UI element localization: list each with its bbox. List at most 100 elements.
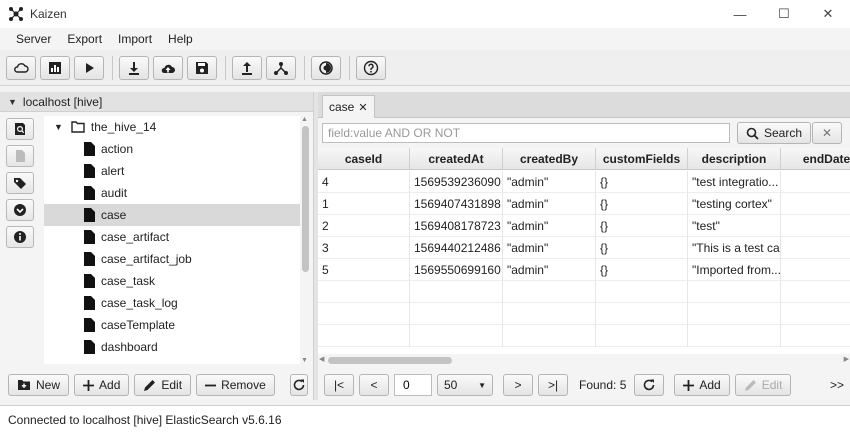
plus-icon (83, 379, 95, 391)
table-row[interactable]: 2 1569408178723 "admin" {} "test" (318, 215, 850, 237)
close-tab-icon[interactable]: ✕ (358, 101, 367, 114)
expand-button[interactable] (6, 199, 34, 221)
table-cell: "admin" (503, 171, 596, 193)
table-cell: 5 (318, 259, 410, 281)
refresh-tree-button[interactable] (289, 374, 308, 396)
column-header-description[interactable]: description (688, 148, 781, 170)
menu-export[interactable]: Export (59, 32, 110, 46)
menu-server[interactable]: Server (8, 32, 59, 46)
more-options-button[interactable]: >> (830, 378, 844, 392)
save-button[interactable] (187, 55, 217, 80)
theme-icon (319, 60, 333, 75)
table-row[interactable]: 5 1569550699160 "admin" {} "Imported fro… (318, 259, 850, 281)
table-row[interactable]: 4 1569539236090 "admin" {} "test integra… (318, 171, 850, 193)
empty-row (318, 325, 850, 347)
tree-item-case[interactable]: case (44, 204, 300, 226)
close-window-button[interactable]: ✕ (806, 0, 850, 28)
tree-item-case-task[interactable]: case_task (44, 270, 300, 292)
search-button[interactable]: Search (737, 122, 812, 144)
scroll-down-icon[interactable]: ▼ (301, 357, 308, 364)
upload-button[interactable] (232, 55, 262, 80)
menu-import[interactable]: Import (110, 32, 160, 46)
document-view-button[interactable] (6, 145, 34, 167)
scroll-right-icon[interactable]: ▶ (844, 355, 849, 363)
scrollbar-thumb[interactable] (328, 357, 452, 364)
run-button[interactable] (74, 55, 104, 80)
file-icon (84, 252, 95, 266)
tree-item-action[interactable]: action (44, 138, 300, 160)
search-icon (746, 127, 759, 140)
page-number-input[interactable] (394, 374, 432, 396)
help-button[interactable] (356, 55, 386, 80)
cluster-button[interactable] (266, 55, 296, 80)
table-cell: {} (596, 237, 688, 259)
file-icon (84, 186, 95, 200)
tag-button[interactable] (6, 172, 34, 194)
tree-item-alert[interactable]: alert (44, 160, 300, 182)
new-button[interactable]: New (8, 374, 70, 396)
tree-scrollbar[interactable]: ▲ ▼ (300, 116, 311, 364)
menu-help[interactable]: Help (160, 32, 201, 46)
table-cell: 1569408178723 (410, 215, 503, 237)
tree-item-audit[interactable]: audit (44, 182, 300, 204)
table-horizontal-scrollbar[interactable]: ◀ ▶ (318, 354, 850, 366)
window-title: Kaizen (30, 7, 67, 21)
column-header-createdby[interactable]: createdBy (503, 148, 596, 170)
pencil-icon (744, 379, 756, 391)
cloud-upload-button[interactable] (153, 55, 183, 80)
add-document-button[interactable]: Add (674, 374, 730, 396)
download-button[interactable] (119, 55, 149, 80)
remove-button[interactable]: Remove (196, 374, 275, 396)
file-icon (84, 340, 95, 354)
add-button-label: Add (99, 378, 121, 392)
tree-item-dashboard[interactable]: dashboard (44, 336, 300, 358)
add-button[interactable]: Add (74, 374, 130, 396)
query-view-button[interactable] (6, 118, 34, 140)
maximize-button[interactable]: ☐ (762, 0, 806, 28)
tree-item-casetemplate[interactable]: caseTemplate (44, 314, 300, 336)
tree-item-case-artifact-job[interactable]: case_artifact_job (44, 248, 300, 270)
table-row[interactable]: 1 1569407431898 "admin" {} "testing cort… (318, 193, 850, 215)
connection-header[interactable]: ▼ localhost [hive] (0, 92, 313, 112)
edit-document-button[interactable]: Edit (734, 374, 792, 396)
info-button[interactable] (6, 226, 34, 248)
table-cell (781, 215, 850, 237)
table-cell: "testing cortex" (688, 193, 781, 215)
column-header-createdat[interactable]: createdAt (410, 148, 503, 170)
table-cell: 1 (318, 193, 410, 215)
tree-item-case-task-log[interactable]: case_task_log (44, 292, 300, 314)
theme-button[interactable] (311, 55, 341, 80)
tree-item-case-artifact[interactable]: case_artifact (44, 226, 300, 248)
tab-case[interactable]: case ✕ (322, 95, 375, 118)
page-size-select[interactable]: 50 ▼ (437, 374, 493, 396)
column-header-enddate[interactable]: endDate (781, 148, 850, 170)
clear-query-button[interactable]: ✕ (812, 122, 842, 144)
refresh-results-button[interactable] (634, 374, 665, 396)
add-document-label: Add (699, 378, 721, 392)
edit-button[interactable]: Edit (134, 374, 192, 396)
first-page-button[interactable]: |< (324, 374, 354, 396)
table-cell: "admin" (503, 193, 596, 215)
toolbar-separator (225, 55, 226, 80)
tree-root-node[interactable]: ▼ the_hive_14 (44, 116, 300, 138)
connect-button[interactable] (6, 55, 36, 80)
left-panel: ▼ localhost [hive] ▼ the_hive_14 action … (0, 92, 313, 400)
next-page-button[interactable]: > (503, 374, 533, 396)
column-header-customfields[interactable]: customFields (596, 148, 688, 170)
scroll-left-icon[interactable]: ◀ (319, 355, 324, 363)
title-bar: Kaizen — ☐ ✕ (0, 0, 850, 28)
folder-icon (71, 121, 85, 133)
query-input[interactable] (322, 123, 730, 143)
column-header-caseid[interactable]: caseId (318, 148, 410, 170)
chart-icon (49, 61, 61, 74)
last-page-button[interactable]: >| (538, 374, 568, 396)
scroll-up-icon[interactable]: ▲ (301, 116, 308, 123)
table-cell: 2 (318, 215, 410, 237)
info-icon (14, 231, 26, 243)
table-cell: "test" (688, 215, 781, 237)
minimize-button[interactable]: — (718, 0, 762, 28)
scrollbar-thumb[interactable] (302, 126, 309, 272)
table-row[interactable]: 3 1569440212486 "admin" {} "This is a te… (318, 237, 850, 259)
prev-page-button[interactable]: < (359, 374, 389, 396)
stats-button[interactable] (40, 55, 70, 80)
